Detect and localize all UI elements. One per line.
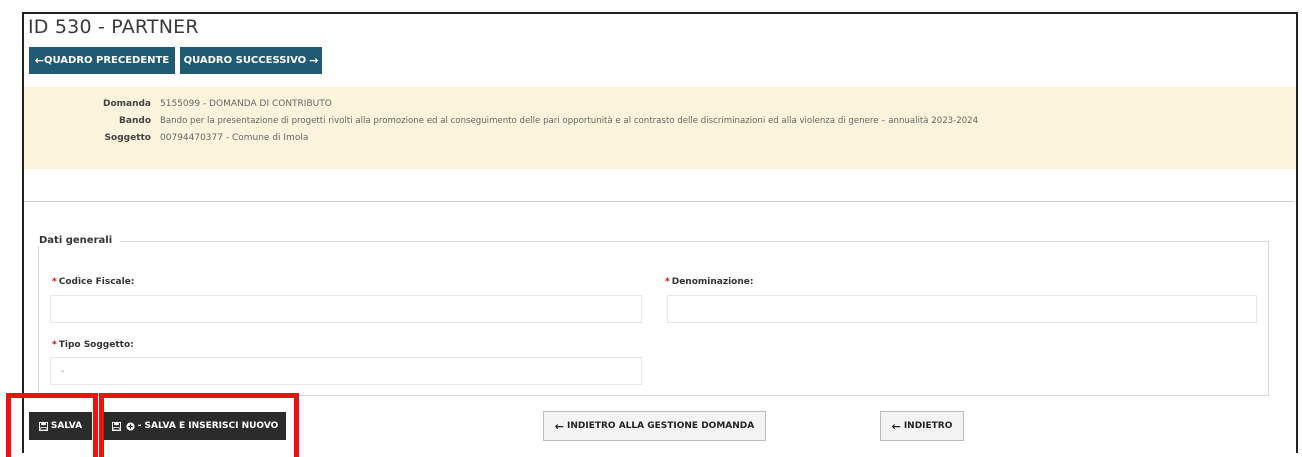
- denominazione-input[interactable]: [667, 295, 1257, 323]
- page-title: ID 530 - PARTNER: [28, 16, 199, 38]
- tipo-soggetto-label: * Tipo Soggetto:: [52, 340, 134, 350]
- codice-fiscale-label: * Codice Fiscale:: [52, 277, 134, 287]
- bando-label: Bando: [119, 116, 151, 126]
- required-marker: *: [665, 277, 670, 287]
- highlight-box-salva-inserisci: [99, 393, 299, 457]
- indietro-gestione-label: INDIETRO ALLA GESTIONE DOMANDA: [567, 421, 755, 431]
- soggetto-value: 00794470377 - Comune di Imola: [160, 133, 309, 143]
- quadro-successivo-label: QUADRO SUCCESSIVO: [183, 55, 307, 66]
- required-marker: *: [52, 277, 57, 287]
- domanda-value: 5155099 - DOMANDA DI CONTRIBUTO: [160, 99, 332, 109]
- indietro-gestione-domanda-button[interactable]: ← INDIETRO ALLA GESTIONE DOMANDA: [543, 411, 766, 441]
- dati-generali-legend: Dati generali: [27, 235, 121, 246]
- soggetto-label: Soggetto: [104, 133, 151, 143]
- info-row-bando: Bando Bando per la presentazione di prog…: [24, 116, 1284, 130]
- arrow-left-icon: ←: [554, 419, 564, 433]
- bando-value: Bando per la presentazione di progetti r…: [160, 116, 979, 126]
- quadro-precedente-label: QUADRO PRECEDENTE: [43, 55, 170, 66]
- arrow-left-icon: ←: [891, 419, 901, 433]
- denominazione-label-text: Denominazione:: [671, 277, 754, 287]
- codice-fiscale-label-text: Codice Fiscale:: [58, 277, 135, 287]
- tipo-soggetto-label-text: Tipo Soggetto:: [58, 340, 134, 350]
- info-row-soggetto: Soggetto 00794470377 - Comune di Imola: [24, 133, 1284, 147]
- required-marker: *: [52, 340, 57, 350]
- arrow-left-icon: ←: [34, 54, 44, 67]
- highlight-box-salva: [6, 393, 98, 457]
- quadro-precedente-button[interactable]: ← QUADRO PRECEDENTE: [29, 47, 175, 74]
- indietro-button[interactable]: ← INDIETRO: [880, 411, 964, 441]
- domanda-info-panel: Domanda 5155099 - DOMANDA DI CONTRIBUTO …: [24, 87, 1296, 169]
- quadro-successivo-button[interactable]: QUADRO SUCCESSIVO →: [180, 47, 322, 74]
- info-row-domanda: Domanda 5155099 - DOMANDA DI CONTRIBUTO: [24, 99, 1284, 113]
- arrow-right-icon: →: [309, 54, 319, 67]
- codice-fiscale-input[interactable]: [50, 295, 642, 323]
- domanda-label: Domanda: [102, 99, 151, 109]
- divider: [24, 201, 1294, 202]
- indietro-label: INDIETRO: [903, 421, 953, 431]
- tipo-soggetto-select[interactable]: -: [50, 357, 642, 385]
- denominazione-label: * Denominazione:: [665, 277, 753, 287]
